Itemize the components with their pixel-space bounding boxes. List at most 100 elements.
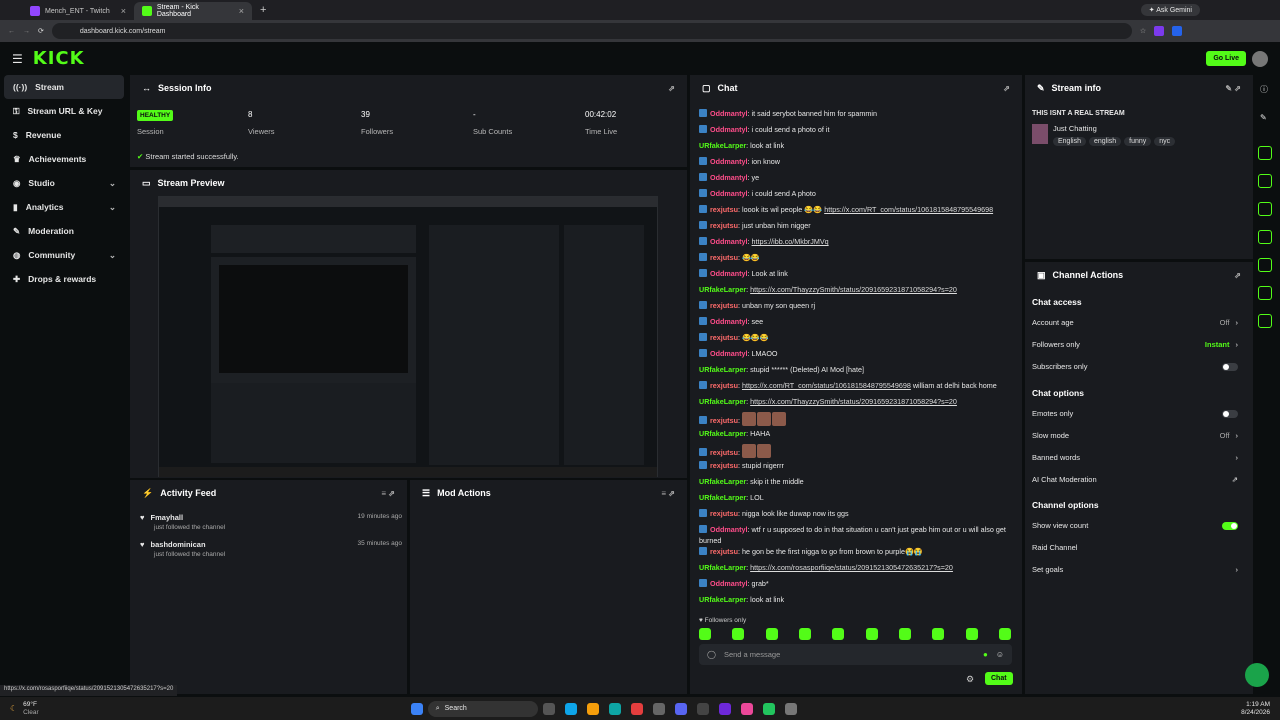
filter-icon[interactable]: ≡ ⇗ xyxy=(381,489,395,498)
profile-icon[interactable] xyxy=(1172,26,1183,36)
taskbar-clock[interactable]: 1:19 AM 8/24/2026 xyxy=(1241,701,1270,717)
chat-username[interactable]: URfakeLarper xyxy=(699,365,746,374)
chat-link[interactable]: https://x.com/RT_com/status/106181584879… xyxy=(742,381,911,390)
rail-panel-icon[interactable] xyxy=(1258,146,1272,160)
github-icon[interactable] xyxy=(652,702,665,715)
sidebar-item-analytics[interactable]: ▮ Analytics ⌄ xyxy=(0,195,128,219)
chat-username[interactable]: rexjutsu xyxy=(710,547,738,556)
chat-username[interactable]: Oddmantyl xyxy=(710,525,748,534)
chat-username[interactable]: rexjutsu xyxy=(710,461,738,470)
tab-twitch[interactable]: Mench_ENT - Twitch × xyxy=(22,2,134,20)
chat-settings-gear-icon[interactable]: ⚙ xyxy=(966,674,974,685)
emote-icon[interactable] xyxy=(732,628,745,640)
taskbar-search[interactable]: ⌕ Search xyxy=(427,700,538,717)
sidebar-item-community[interactable]: ◍ Community ⌄ xyxy=(0,243,128,267)
chat-username[interactable]: rexjutsu xyxy=(710,416,738,425)
popout-icon[interactable]: ⇗ xyxy=(668,84,675,93)
tv-icon[interactable] xyxy=(1258,286,1272,300)
chat-username[interactable]: rexjutsu xyxy=(710,509,738,518)
send-chat-button[interactable]: Chat xyxy=(985,672,1013,685)
chat-username[interactable]: Oddmantyl xyxy=(710,125,748,134)
chat-username[interactable]: rexjutsu xyxy=(710,221,738,230)
chat-username[interactable]: rexjutsu xyxy=(710,448,738,457)
emote-icon[interactable] xyxy=(765,628,778,640)
sidebar-item-stream-url-key[interactable]: ⚿ Stream URL & Key xyxy=(0,99,128,123)
chat-username[interactable]: URfakeLarper xyxy=(699,141,746,150)
chat-username[interactable]: Oddmantyl xyxy=(710,269,748,278)
slow-mode-setting[interactable]: Slow mode Off › xyxy=(1032,431,1238,440)
chat-input-box[interactable]: ◯ Send a message ● ☺ xyxy=(699,644,1012,665)
chat-username[interactable]: Oddmantyl xyxy=(710,173,748,182)
chat-username[interactable]: Oddmantyl xyxy=(710,237,748,246)
wrench-icon[interactable] xyxy=(1258,314,1272,328)
forward-icon[interactable]: → xyxy=(23,28,30,35)
store-icon[interactable] xyxy=(564,702,577,715)
weather-widget[interactable]: 69°F Clear xyxy=(23,701,39,717)
banned-words-setting[interactable]: Banned words › xyxy=(1032,453,1238,462)
extension-icon[interactable] xyxy=(1154,26,1165,36)
emote-icon[interactable] xyxy=(865,628,878,640)
hamburger-menu-icon[interactable]: ☰ xyxy=(12,52,23,66)
chat-username[interactable]: URfakeLarper xyxy=(699,429,746,438)
nvidia-icon[interactable] xyxy=(762,702,775,715)
emote-icon[interactable] xyxy=(898,628,911,640)
show-view-count-toggle[interactable] xyxy=(1222,521,1238,530)
emote-icon[interactable] xyxy=(998,628,1011,640)
popout-icon[interactable]: ⇗ xyxy=(1234,271,1241,280)
kick-logo[interactable]: KICK xyxy=(33,48,85,69)
chat-username[interactable]: rexjutsu xyxy=(710,301,738,310)
discord-icon[interactable] xyxy=(674,702,687,715)
tag[interactable]: english xyxy=(1088,137,1122,146)
url-field[interactable]: dashboard.kick.com/stream xyxy=(51,23,1132,39)
set-goals-setting[interactable]: Set goals › xyxy=(1032,565,1238,574)
sidebar-item-moderation[interactable]: ✎ Moderation xyxy=(0,219,128,243)
lightning-icon[interactable] xyxy=(1258,174,1272,188)
ask-gemini-button[interactable]: ✦ Ask Gemini xyxy=(1140,4,1200,16)
activity-user[interactable]: bashdominican xyxy=(151,540,206,549)
support-chat-icon[interactable] xyxy=(1245,663,1269,687)
avatar[interactable] xyxy=(1252,50,1268,67)
chat-username[interactable]: URfakeLarper xyxy=(699,595,746,604)
settings-icon[interactable] xyxy=(784,702,797,715)
chat-username[interactable]: Oddmantyl xyxy=(710,579,748,588)
subscribers-only-toggle[interactable] xyxy=(1222,362,1238,371)
new-tab-icon[interactable]: + xyxy=(260,4,266,16)
task-view-icon[interactable] xyxy=(542,702,555,715)
bookmark-star-icon[interactable]: ☆ xyxy=(1140,27,1146,35)
popout-icon[interactable]: ⇗ xyxy=(1003,84,1010,93)
obs-icon[interactable] xyxy=(696,702,709,715)
category-name[interactable]: Just Chatting xyxy=(1053,124,1097,133)
reload-icon[interactable]: ⟳ xyxy=(38,27,44,35)
music-icon[interactable] xyxy=(740,702,753,715)
sidebar-item-revenue[interactable]: $ Revenue xyxy=(0,123,128,147)
info-icon[interactable]: ⓘ xyxy=(1260,84,1268,95)
emotes-only-toggle[interactable] xyxy=(1222,409,1238,418)
chat-username[interactable]: rexjutsu xyxy=(710,381,738,390)
go-live-button[interactable]: Go Live xyxy=(1206,51,1246,66)
tag[interactable]: English xyxy=(1053,137,1086,146)
activity-user[interactable]: Fmayhall xyxy=(151,513,184,522)
back-icon[interactable]: ← xyxy=(8,28,15,35)
chat-link[interactable]: https://x.com/RT_com/status/106181584879… xyxy=(824,205,993,214)
chrome-icon[interactable] xyxy=(630,702,643,715)
sidebar-item-stream[interactable]: ((·)) Stream xyxy=(4,75,124,99)
followers-only-setting[interactable]: Followers only Instant › xyxy=(1032,340,1238,349)
chat-username[interactable]: Oddmantyl xyxy=(710,157,748,166)
stream-preview-video[interactable] xyxy=(158,196,658,477)
file-explorer-icon[interactable] xyxy=(586,702,599,715)
edit-icon[interactable]: ✎ ⇗ xyxy=(1225,84,1241,93)
chat-username[interactable]: Oddmantyl xyxy=(710,349,748,358)
chat-link[interactable]: https://x.com/ThayzzySmith/status/209165… xyxy=(750,285,957,294)
chat-username[interactable]: Oddmantyl xyxy=(710,189,748,198)
list-icon[interactable] xyxy=(1258,202,1272,216)
chat-username[interactable]: URfakeLarper xyxy=(699,397,746,406)
emote-icon[interactable] xyxy=(965,628,978,640)
chat-username[interactable]: URfakeLarper xyxy=(699,493,746,502)
chat-username[interactable]: URfakeLarper xyxy=(699,563,746,572)
ai-chat-moderation-setting[interactable]: AI Chat Moderation ⇗ xyxy=(1032,475,1238,484)
chat-username[interactable]: URfakeLarper xyxy=(699,285,746,294)
emote-icon[interactable] xyxy=(932,628,945,640)
chat-username[interactable]: URfakeLarper xyxy=(699,477,746,486)
raid-channel-setting[interactable]: Raid Channel xyxy=(1032,543,1238,552)
chat-username[interactable]: rexjutsu xyxy=(710,253,738,262)
